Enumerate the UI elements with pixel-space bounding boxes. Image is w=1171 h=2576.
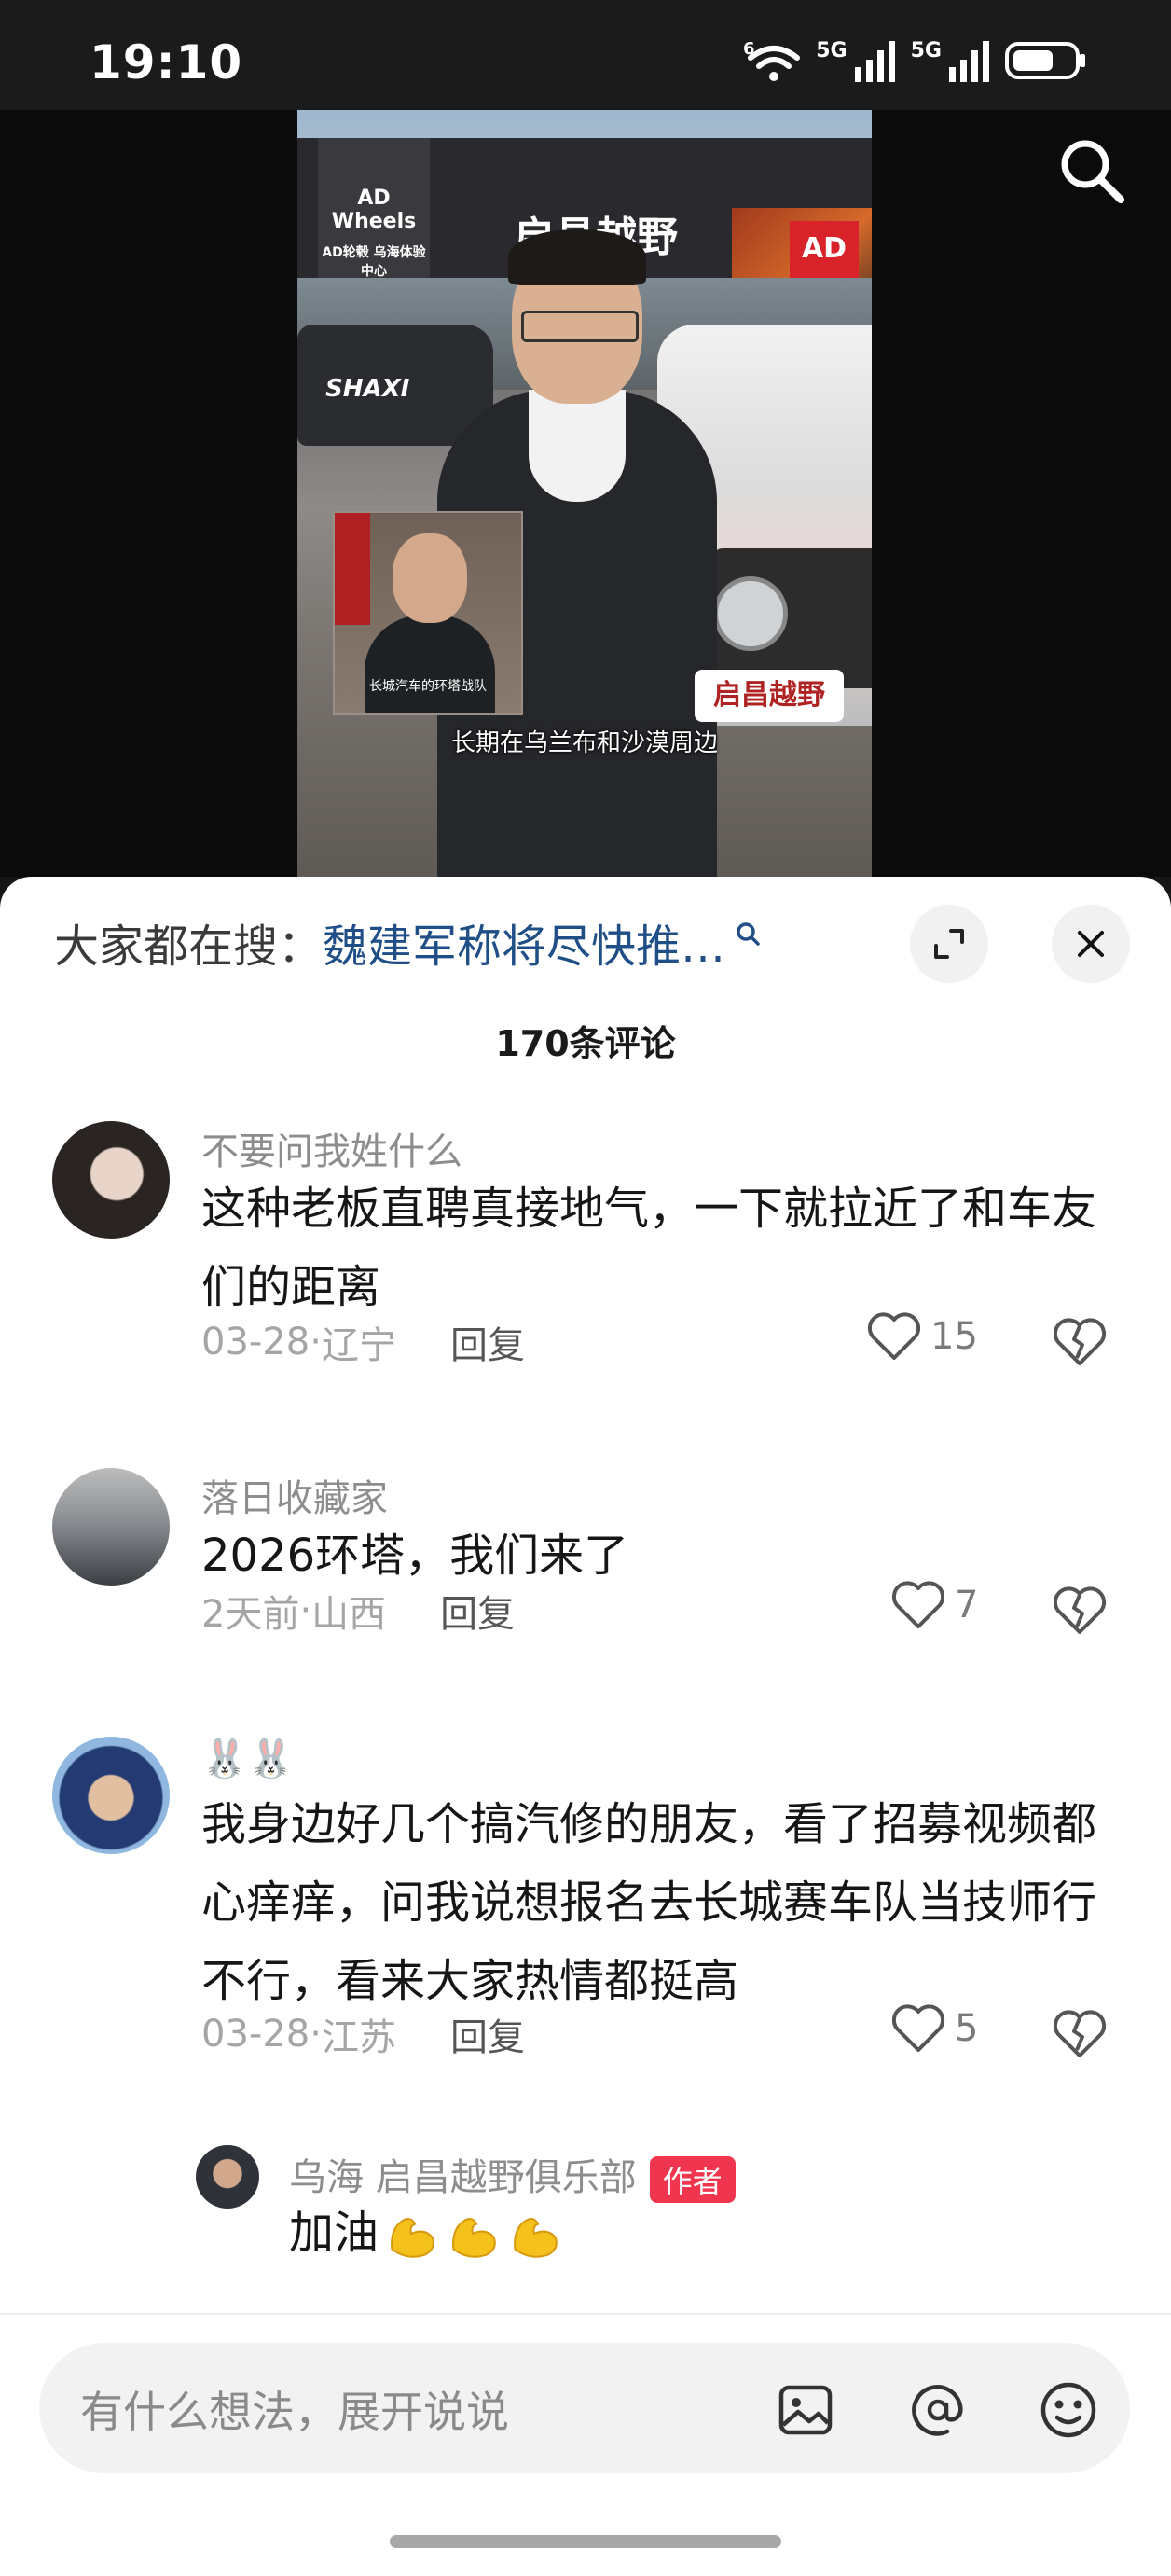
status-bar: 19:10 6 5G 5G xyxy=(0,0,1171,110)
comment-item: 不要问我姓什么 这种老板直聘真接地气，一下就拉近了和车友们的距离 03-28 ·… xyxy=(0,1121,1171,1438)
search-icon[interactable] xyxy=(1054,132,1128,207)
avatar[interactable] xyxy=(52,1121,170,1239)
truck-text: SHAXI xyxy=(325,375,410,403)
meta-separator: · xyxy=(310,2013,322,2056)
status-icons: 6 5G 5G xyxy=(743,37,1087,84)
meta-separator: · xyxy=(299,1589,312,1632)
wifi-icon: 6 xyxy=(743,39,801,81)
comment-username[interactable]: 落日收藏家 xyxy=(201,1468,388,1522)
heart-icon xyxy=(891,1581,945,1628)
brand-left-subtitle: AD轮毂 乌海体验中心 xyxy=(322,245,426,279)
like-count: 15 xyxy=(930,1315,978,1358)
comment-item: 🐰🐰 我身边好几个搞汽修的朋友，看了招募视频都心痒痒，问我说想报名去长城赛车队当… xyxy=(0,1737,1171,2110)
pip-person-face xyxy=(393,533,467,623)
comment-text[interactable]: 我身边好几个搞汽修的朋友，看了招募视频都心痒痒，问我说想报名去长城赛车队当技师行… xyxy=(201,1785,1096,2020)
flexed-biceps-icon xyxy=(514,2218,558,2258)
image-icon[interactable] xyxy=(772,2376,839,2444)
comment-input[interactable]: 有什么想法，展开说说 xyxy=(39,2343,1130,2473)
heart-icon xyxy=(867,1312,921,1360)
avatar[interactable] xyxy=(52,1737,170,1854)
comment-location: 山西 xyxy=(311,1593,387,1636)
comment-item: 落日收藏家 2026环塔，我们来了 2天前 · 山西 回复 7 xyxy=(0,1468,1171,1655)
comment-date: 03-28 xyxy=(201,2013,310,2056)
like-button[interactable]: 15 xyxy=(867,1311,978,1362)
like-button[interactable]: 7 xyxy=(891,1580,978,1630)
network-label-1: 5G xyxy=(816,39,847,62)
broken-heart-icon[interactable] xyxy=(1052,1313,1108,1369)
reply-avatar[interactable] xyxy=(196,2145,259,2209)
reply-text-content: 加油 xyxy=(289,2207,379,2259)
person-glasses xyxy=(521,311,639,342)
broken-heart-icon[interactable] xyxy=(1052,1582,1108,1638)
pip-inset: 长城汽车的环塔战队 xyxy=(333,511,523,715)
reply-button[interactable]: 回复 xyxy=(440,1584,515,1638)
broken-heart-icon[interactable] xyxy=(1052,2005,1108,2061)
hot-search-bar[interactable]: 大家都在搜： 魏建军称将尽快推… xyxy=(54,914,761,973)
comment-meta: 2天前 · 山西 回复 xyxy=(201,1584,515,1638)
hot-search-query[interactable]: 魏建军称将尽快推… xyxy=(323,909,725,975)
comment-text[interactable]: 这种老板直聘真接地气，一下就拉近了和车友们的距离 xyxy=(201,1170,1096,1326)
pip-person-body xyxy=(365,616,495,713)
video-subtitle: 长期在乌兰布和沙漠周边 xyxy=(450,729,718,757)
meta-separator: · xyxy=(310,1321,322,1364)
emoji-icon[interactable] xyxy=(1035,2376,1102,2444)
video-frame[interactable]: AD Wheels AD轮毂 乌海体验中心 启昌越野 AD SHAXI 启昌越野… xyxy=(297,110,872,877)
close-icon xyxy=(1078,931,1104,957)
network-label-2: 5G xyxy=(910,39,942,62)
comment-meta: 03-28 · 辽宁 回复 xyxy=(201,1315,525,1369)
pip-caption: 长城汽车的环塔战队 xyxy=(369,679,487,694)
heart-icon xyxy=(891,2004,945,2052)
comment-location: 辽宁 xyxy=(321,1324,396,1367)
comment-meta: 03-28 · 江苏 回复 xyxy=(201,2007,525,2061)
comment-username[interactable]: 不要问我姓什么 xyxy=(201,1121,462,1175)
car-emblem xyxy=(713,576,788,651)
small-search-icon xyxy=(737,922,760,946)
comment-date: 03-28 xyxy=(201,1321,310,1364)
hot-search-label: 大家都在搜： xyxy=(54,921,324,973)
signal-icon-2 xyxy=(949,41,989,82)
reply-button[interactable]: 回复 xyxy=(450,2007,525,2061)
video-player[interactable]: AD Wheels AD轮毂 乌海体验中心 启昌越野 AD SHAXI 启昌越野… xyxy=(0,110,1171,877)
comment-username[interactable]: 🐰🐰 xyxy=(201,1737,295,1780)
pip-red-suit xyxy=(335,513,370,625)
person-hair xyxy=(508,229,646,285)
close-button[interactable] xyxy=(1052,905,1130,983)
comment-date: 2天前 xyxy=(201,1593,300,1636)
brand-left-title: AD Wheels xyxy=(331,187,417,233)
signal-icon-1 xyxy=(854,41,895,82)
avatar[interactable] xyxy=(52,1468,170,1586)
at-mention-icon[interactable] xyxy=(904,2376,971,2444)
flexed-biceps-icon xyxy=(452,2218,496,2258)
status-time: 19:10 xyxy=(90,35,243,90)
home-indicator[interactable] xyxy=(390,2535,781,2548)
reply-item: 乌海 启昌越野俱乐部 作者 加油 xyxy=(0,2145,1171,2276)
car-plate-text: 启昌越野 xyxy=(695,670,844,722)
like-count: 7 xyxy=(955,1584,979,1627)
like-count: 5 xyxy=(955,2007,979,2050)
flexed-biceps-icon xyxy=(391,2218,434,2258)
like-button[interactable]: 5 xyxy=(891,2003,978,2054)
comment-count: 170条评论 xyxy=(495,1023,676,1064)
comment-location: 江苏 xyxy=(321,2016,396,2059)
expand-button[interactable] xyxy=(910,905,988,983)
brand-badge-icon: AD xyxy=(790,221,859,286)
reply-button[interactable]: 回复 xyxy=(450,1315,525,1369)
reply-text[interactable]: 加油 xyxy=(289,2194,1171,2272)
expand-icon xyxy=(934,929,964,959)
person-shirt xyxy=(529,390,626,502)
comment-input-placeholder: 有什么想法，展开说说 xyxy=(80,2387,509,2437)
battery-icon xyxy=(1005,42,1085,79)
brand-left: AD Wheels AD轮毂 乌海体验中心 xyxy=(318,138,430,279)
